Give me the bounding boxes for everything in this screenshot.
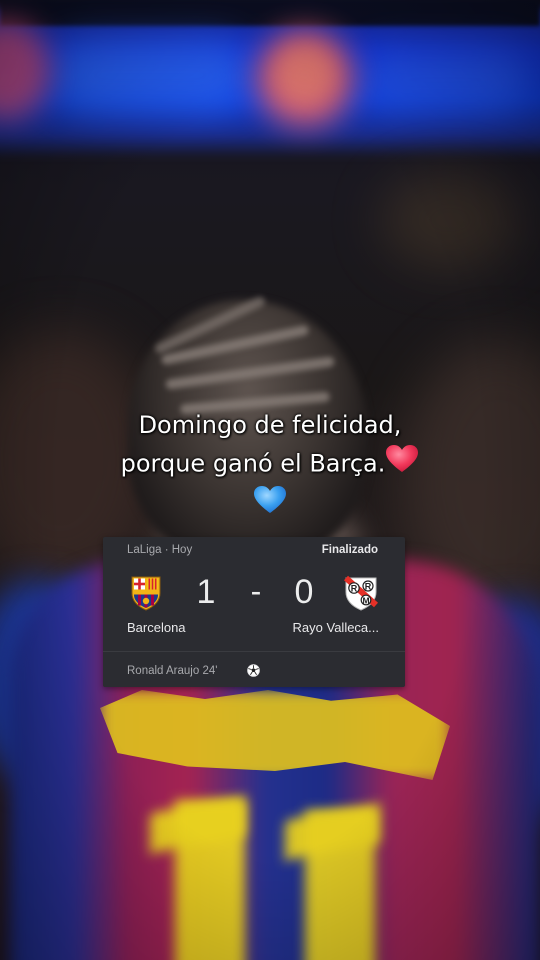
svg-text:M: M <box>362 595 369 605</box>
match-status: Finalizado <box>321 544 378 556</box>
home-score: 1 <box>196 573 216 611</box>
card-divider <box>103 651 405 652</box>
away-score: 0 <box>294 573 314 611</box>
fc-barcelona-crest-icon[interactable] <box>129 575 163 611</box>
goal-scorer: Ronald Araujo 24' <box>127 665 218 677</box>
svg-text:R: R <box>351 584 358 594</box>
video-frame: Domingo de felicidad, porque ganó el Bar… <box>0 0 540 960</box>
away-team-name[interactable]: Rayo Valleca... <box>293 620 379 635</box>
caption-line-2: porque ganó el Barça. <box>120 449 386 478</box>
caption-line-1: Domingo de felicidad, <box>138 411 402 439</box>
svg-text:R: R <box>365 582 372 592</box>
home-team-name[interactable]: Barcelona <box>127 620 186 635</box>
rayo-vallecano-crest-icon[interactable]: R R M <box>343 575 379 611</box>
blue-heart-icon <box>253 485 287 526</box>
league-label: LaLiga · Hoy <box>127 544 193 556</box>
caption-line-3 <box>0 485 540 526</box>
match-score-card[interactable]: LaLiga · Hoy Finalizado 1 - 0 R R M Barc… <box>103 537 405 687</box>
caption-overlay: Domingo de felicidad, porque ganó el Bar… <box>0 406 540 526</box>
caption-line-2-wrap: porque ganó el Barça. <box>0 444 540 485</box>
soccer-ball-icon <box>247 664 260 677</box>
score-separator: - <box>250 573 262 609</box>
red-heart-icon <box>385 444 419 485</box>
